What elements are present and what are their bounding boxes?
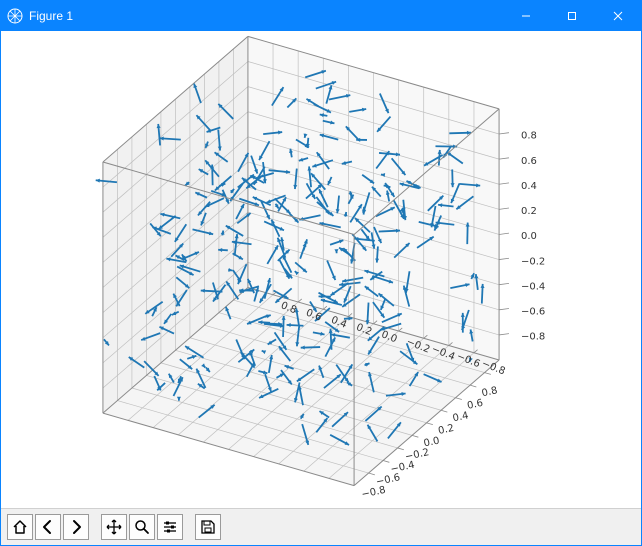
svg-text:−0.4: −0.4	[390, 460, 416, 476]
svg-text:0.4: 0.4	[452, 410, 470, 424]
home-icon	[12, 519, 28, 535]
svg-text:0.6: 0.6	[521, 156, 537, 167]
zoom-button[interactable]	[129, 514, 155, 540]
forward-icon	[68, 519, 84, 535]
home-button[interactable]	[7, 514, 33, 540]
svg-text:−0.4: −0.4	[521, 281, 545, 292]
back-button[interactable]	[35, 514, 61, 540]
configure-subplots-button[interactable]	[157, 514, 183, 540]
plot-canvas[interactable]: −0.8−0.6−0.4−0.20.00.20.40.60.8−0.8−0.6−…	[1, 31, 641, 508]
svg-text:−0.8: −0.8	[480, 358, 507, 377]
subplots-icon	[162, 519, 178, 535]
matplotlib-app-icon	[7, 8, 23, 24]
svg-text:0.8: 0.8	[521, 131, 537, 142]
window-controls	[503, 1, 641, 31]
maximize-button[interactable]	[549, 1, 595, 31]
navigation-toolbar	[1, 508, 641, 545]
svg-text:0.2: 0.2	[521, 206, 537, 217]
figure-window: Figure 1 −0.8−0.6−0.4−0.20.00.20.40.60.8…	[0, 0, 642, 546]
svg-text:−0.2: −0.2	[404, 447, 430, 463]
svg-text:0.6: 0.6	[466, 398, 484, 412]
save-icon	[200, 519, 216, 535]
close-button[interactable]	[595, 1, 641, 31]
svg-text:0.0: 0.0	[521, 231, 537, 242]
svg-text:−0.2: −0.2	[521, 256, 545, 267]
window-title: Figure 1	[29, 9, 503, 23]
svg-text:−0.8: −0.8	[361, 485, 387, 501]
forward-button[interactable]	[63, 514, 89, 540]
minimize-button[interactable]	[503, 1, 549, 31]
svg-text:−0.6: −0.6	[521, 306, 545, 317]
svg-text:0.2: 0.2	[437, 423, 455, 437]
zoom-icon	[134, 519, 150, 535]
svg-text:0.4: 0.4	[521, 181, 537, 192]
svg-text:0.8: 0.8	[481, 385, 499, 399]
save-button[interactable]	[195, 514, 221, 540]
svg-text:−0.8: −0.8	[521, 332, 545, 343]
svg-text:−0.6: −0.6	[375, 472, 401, 488]
titlebar[interactable]: Figure 1	[1, 1, 641, 31]
pan-button[interactable]	[101, 514, 127, 540]
back-icon	[40, 519, 56, 535]
svg-text:0.0: 0.0	[423, 435, 441, 449]
pan-icon	[106, 519, 122, 535]
